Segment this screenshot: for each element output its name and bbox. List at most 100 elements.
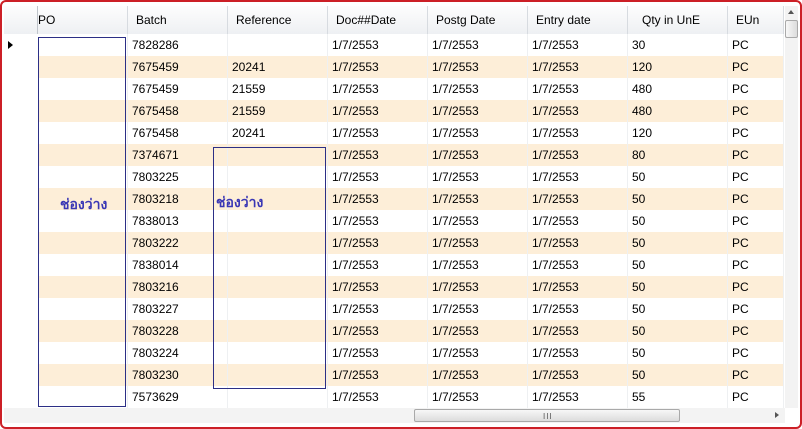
doc-date-cell[interactable]: 1/7/2553 [328, 144, 428, 166]
postg-date-cell[interactable]: 1/7/2553 [428, 100, 528, 122]
entry-date-cell[interactable]: 1/7/2553 [528, 342, 628, 364]
row-header[interactable] [4, 166, 38, 188]
qty-cell[interactable]: 50 [628, 188, 728, 210]
column-header-batch[interactable]: Batch [128, 6, 228, 34]
qty-cell[interactable]: 50 [628, 254, 728, 276]
entry-date-cell[interactable]: 1/7/2553 [528, 56, 628, 78]
eun-cell[interactable]: PC [728, 78, 784, 100]
row-header[interactable] [4, 298, 38, 320]
entry-date-cell[interactable]: 1/7/2553 [528, 78, 628, 100]
batch-cell[interactable]: 7573629 [128, 386, 228, 408]
qty-cell[interactable]: 50 [628, 166, 728, 188]
postg-date-cell[interactable]: 1/7/2553 [428, 188, 528, 210]
qty-cell[interactable]: 50 [628, 210, 728, 232]
column-header-postg-date[interactable]: Postg Date [428, 6, 528, 34]
eun-cell[interactable]: PC [728, 276, 784, 298]
postg-date-cell[interactable]: 1/7/2553 [428, 364, 528, 386]
doc-date-cell[interactable]: 1/7/2553 [328, 122, 428, 144]
doc-date-cell[interactable]: 1/7/2553 [328, 364, 428, 386]
row-header[interactable] [4, 188, 38, 210]
doc-date-cell[interactable]: 1/7/2553 [328, 188, 428, 210]
postg-date-cell[interactable]: 1/7/2553 [428, 34, 528, 56]
doc-date-cell[interactable]: 1/7/2553 [328, 210, 428, 232]
vertical-scrollbar[interactable] [785, 6, 798, 408]
postg-date-cell[interactable]: 1/7/2553 [428, 320, 528, 342]
row-header[interactable] [4, 364, 38, 386]
batch-cell[interactable]: 7675459 [128, 56, 228, 78]
qty-cell[interactable]: 120 [628, 56, 728, 78]
entry-date-cell[interactable]: 1/7/2553 [528, 276, 628, 298]
row-header[interactable] [4, 78, 38, 100]
reference-cell[interactable] [228, 34, 328, 56]
qty-cell[interactable]: 120 [628, 122, 728, 144]
qty-cell[interactable]: 50 [628, 342, 728, 364]
doc-date-cell[interactable]: 1/7/2553 [328, 56, 428, 78]
qty-cell[interactable]: 80 [628, 144, 728, 166]
doc-date-cell[interactable]: 1/7/2553 [328, 320, 428, 342]
row-header[interactable] [4, 56, 38, 78]
qty-cell[interactable]: 50 [628, 276, 728, 298]
qty-cell[interactable]: 50 [628, 232, 728, 254]
eun-cell[interactable]: PC [728, 386, 784, 408]
scroll-right-arrow-icon[interactable] [775, 412, 779, 418]
postg-date-cell[interactable]: 1/7/2553 [428, 56, 528, 78]
row-header[interactable] [4, 254, 38, 276]
row-header[interactable] [4, 320, 38, 342]
postg-date-cell[interactable]: 1/7/2553 [428, 210, 528, 232]
row-header[interactable] [4, 100, 38, 122]
doc-date-cell[interactable]: 1/7/2553 [328, 276, 428, 298]
qty-cell[interactable]: 50 [628, 364, 728, 386]
eun-cell[interactable]: PC [728, 166, 784, 188]
row-header[interactable] [4, 386, 38, 408]
doc-date-cell[interactable]: 1/7/2553 [328, 78, 428, 100]
postg-date-cell[interactable]: 1/7/2553 [428, 144, 528, 166]
postg-date-cell[interactable]: 1/7/2553 [428, 254, 528, 276]
batch-cell[interactable]: 7675458 [128, 122, 228, 144]
doc-date-cell[interactable]: 1/7/2553 [328, 298, 428, 320]
entry-date-cell[interactable]: 1/7/2553 [528, 144, 628, 166]
reference-cell[interactable]: 21559 [228, 100, 328, 122]
eun-cell[interactable]: PC [728, 254, 784, 276]
qty-cell[interactable]: 30 [628, 34, 728, 56]
qty-cell[interactable]: 50 [628, 320, 728, 342]
doc-date-cell[interactable]: 1/7/2553 [328, 342, 428, 364]
eun-cell[interactable]: PC [728, 364, 784, 386]
qty-cell[interactable]: 480 [628, 78, 728, 100]
eun-cell[interactable]: PC [728, 320, 784, 342]
doc-date-cell[interactable]: 1/7/2553 [328, 100, 428, 122]
scroll-up-arrow-icon[interactable] [788, 10, 794, 14]
horizontal-scrollbar[interactable]: III [4, 408, 785, 423]
column-header-eun[interactable]: EUn [728, 6, 784, 34]
doc-date-cell[interactable]: 1/7/2553 [328, 232, 428, 254]
eun-cell[interactable]: PC [728, 34, 784, 56]
eun-cell[interactable]: PC [728, 298, 784, 320]
postg-date-cell[interactable]: 1/7/2553 [428, 122, 528, 144]
column-header-reference[interactable]: Reference [228, 6, 328, 34]
postg-date-cell[interactable]: 1/7/2553 [428, 386, 528, 408]
doc-date-cell[interactable]: 1/7/2553 [328, 386, 428, 408]
eun-cell[interactable]: PC [728, 144, 784, 166]
row-header[interactable] [4, 210, 38, 232]
qty-cell[interactable]: 50 [628, 298, 728, 320]
doc-date-cell[interactable]: 1/7/2553 [328, 34, 428, 56]
eun-cell[interactable]: PC [728, 232, 784, 254]
eun-cell[interactable]: PC [728, 342, 784, 364]
postg-date-cell[interactable]: 1/7/2553 [428, 276, 528, 298]
eun-cell[interactable]: PC [728, 188, 784, 210]
reference-cell[interactable]: 20241 [228, 122, 328, 144]
reference-cell[interactable]: 20241 [228, 56, 328, 78]
row-header[interactable] [4, 232, 38, 254]
postg-date-cell[interactable]: 1/7/2553 [428, 166, 528, 188]
eun-cell[interactable]: PC [728, 56, 784, 78]
column-header-po[interactable]: PO [38, 6, 128, 34]
row-header[interactable] [4, 122, 38, 144]
batch-cell[interactable]: 7675458 [128, 100, 228, 122]
eun-cell[interactable]: PC [728, 122, 784, 144]
entry-date-cell[interactable]: 1/7/2553 [528, 254, 628, 276]
entry-date-cell[interactable]: 1/7/2553 [528, 122, 628, 144]
horizontal-scroll-thumb[interactable]: III [414, 409, 680, 422]
row-header[interactable] [4, 34, 38, 56]
doc-date-cell[interactable]: 1/7/2553 [328, 166, 428, 188]
entry-date-cell[interactable]: 1/7/2553 [528, 320, 628, 342]
entry-date-cell[interactable]: 1/7/2553 [528, 166, 628, 188]
